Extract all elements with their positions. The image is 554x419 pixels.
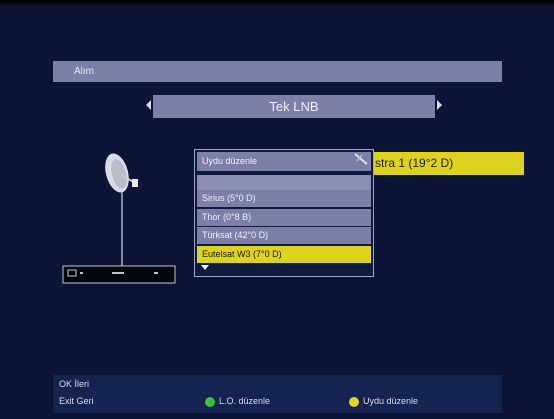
footer-hints: OK İleri Exit Geri L.O. düzenle Uydu düz… xyxy=(53,375,502,413)
dropdown-title: Uydu düzenle xyxy=(202,156,258,166)
list-item[interactable]: Türksat (42°0 D) xyxy=(197,227,371,244)
yellow-key-icon xyxy=(349,397,359,407)
satellite-dropdown[interactable]: Uydu düzenle Sirius (5°0 D) Thor (0°8 B)… xyxy=(194,149,374,277)
satellite-dish-icon xyxy=(62,153,176,284)
page-title: Alım xyxy=(53,61,502,82)
yellow-key-label: Uydu düzenle xyxy=(363,396,419,406)
exit-hint: Exit Geri xyxy=(59,396,94,406)
green-key-label: L.O. düzenle xyxy=(219,396,271,406)
arrow-right-icon[interactable] xyxy=(437,100,442,110)
edit-tool-icon xyxy=(354,153,368,165)
tv-screen: Alım Tek LNB stra 1 (19°2 D) Uydu düzenl… xyxy=(0,0,554,419)
dropdown-header: Uydu düzenle xyxy=(197,152,371,171)
list-item-selected[interactable]: Eutelsat W3 (7°0 D) xyxy=(197,246,371,263)
lnb-selector[interactable]: Tek LNB xyxy=(153,95,435,118)
satellite-field[interactable]: stra 1 (19°2 D) xyxy=(370,152,524,175)
list-item[interactable]: Sirius (5°0 D) xyxy=(197,190,371,207)
ok-hint: OK İleri xyxy=(59,379,90,389)
top-bezel xyxy=(0,0,554,8)
list-item[interactable]: Thor (0°8 B) xyxy=(197,209,371,226)
chevron-down-icon[interactable] xyxy=(201,265,209,270)
arrow-left-icon[interactable] xyxy=(146,100,151,110)
green-key-icon xyxy=(205,397,215,407)
